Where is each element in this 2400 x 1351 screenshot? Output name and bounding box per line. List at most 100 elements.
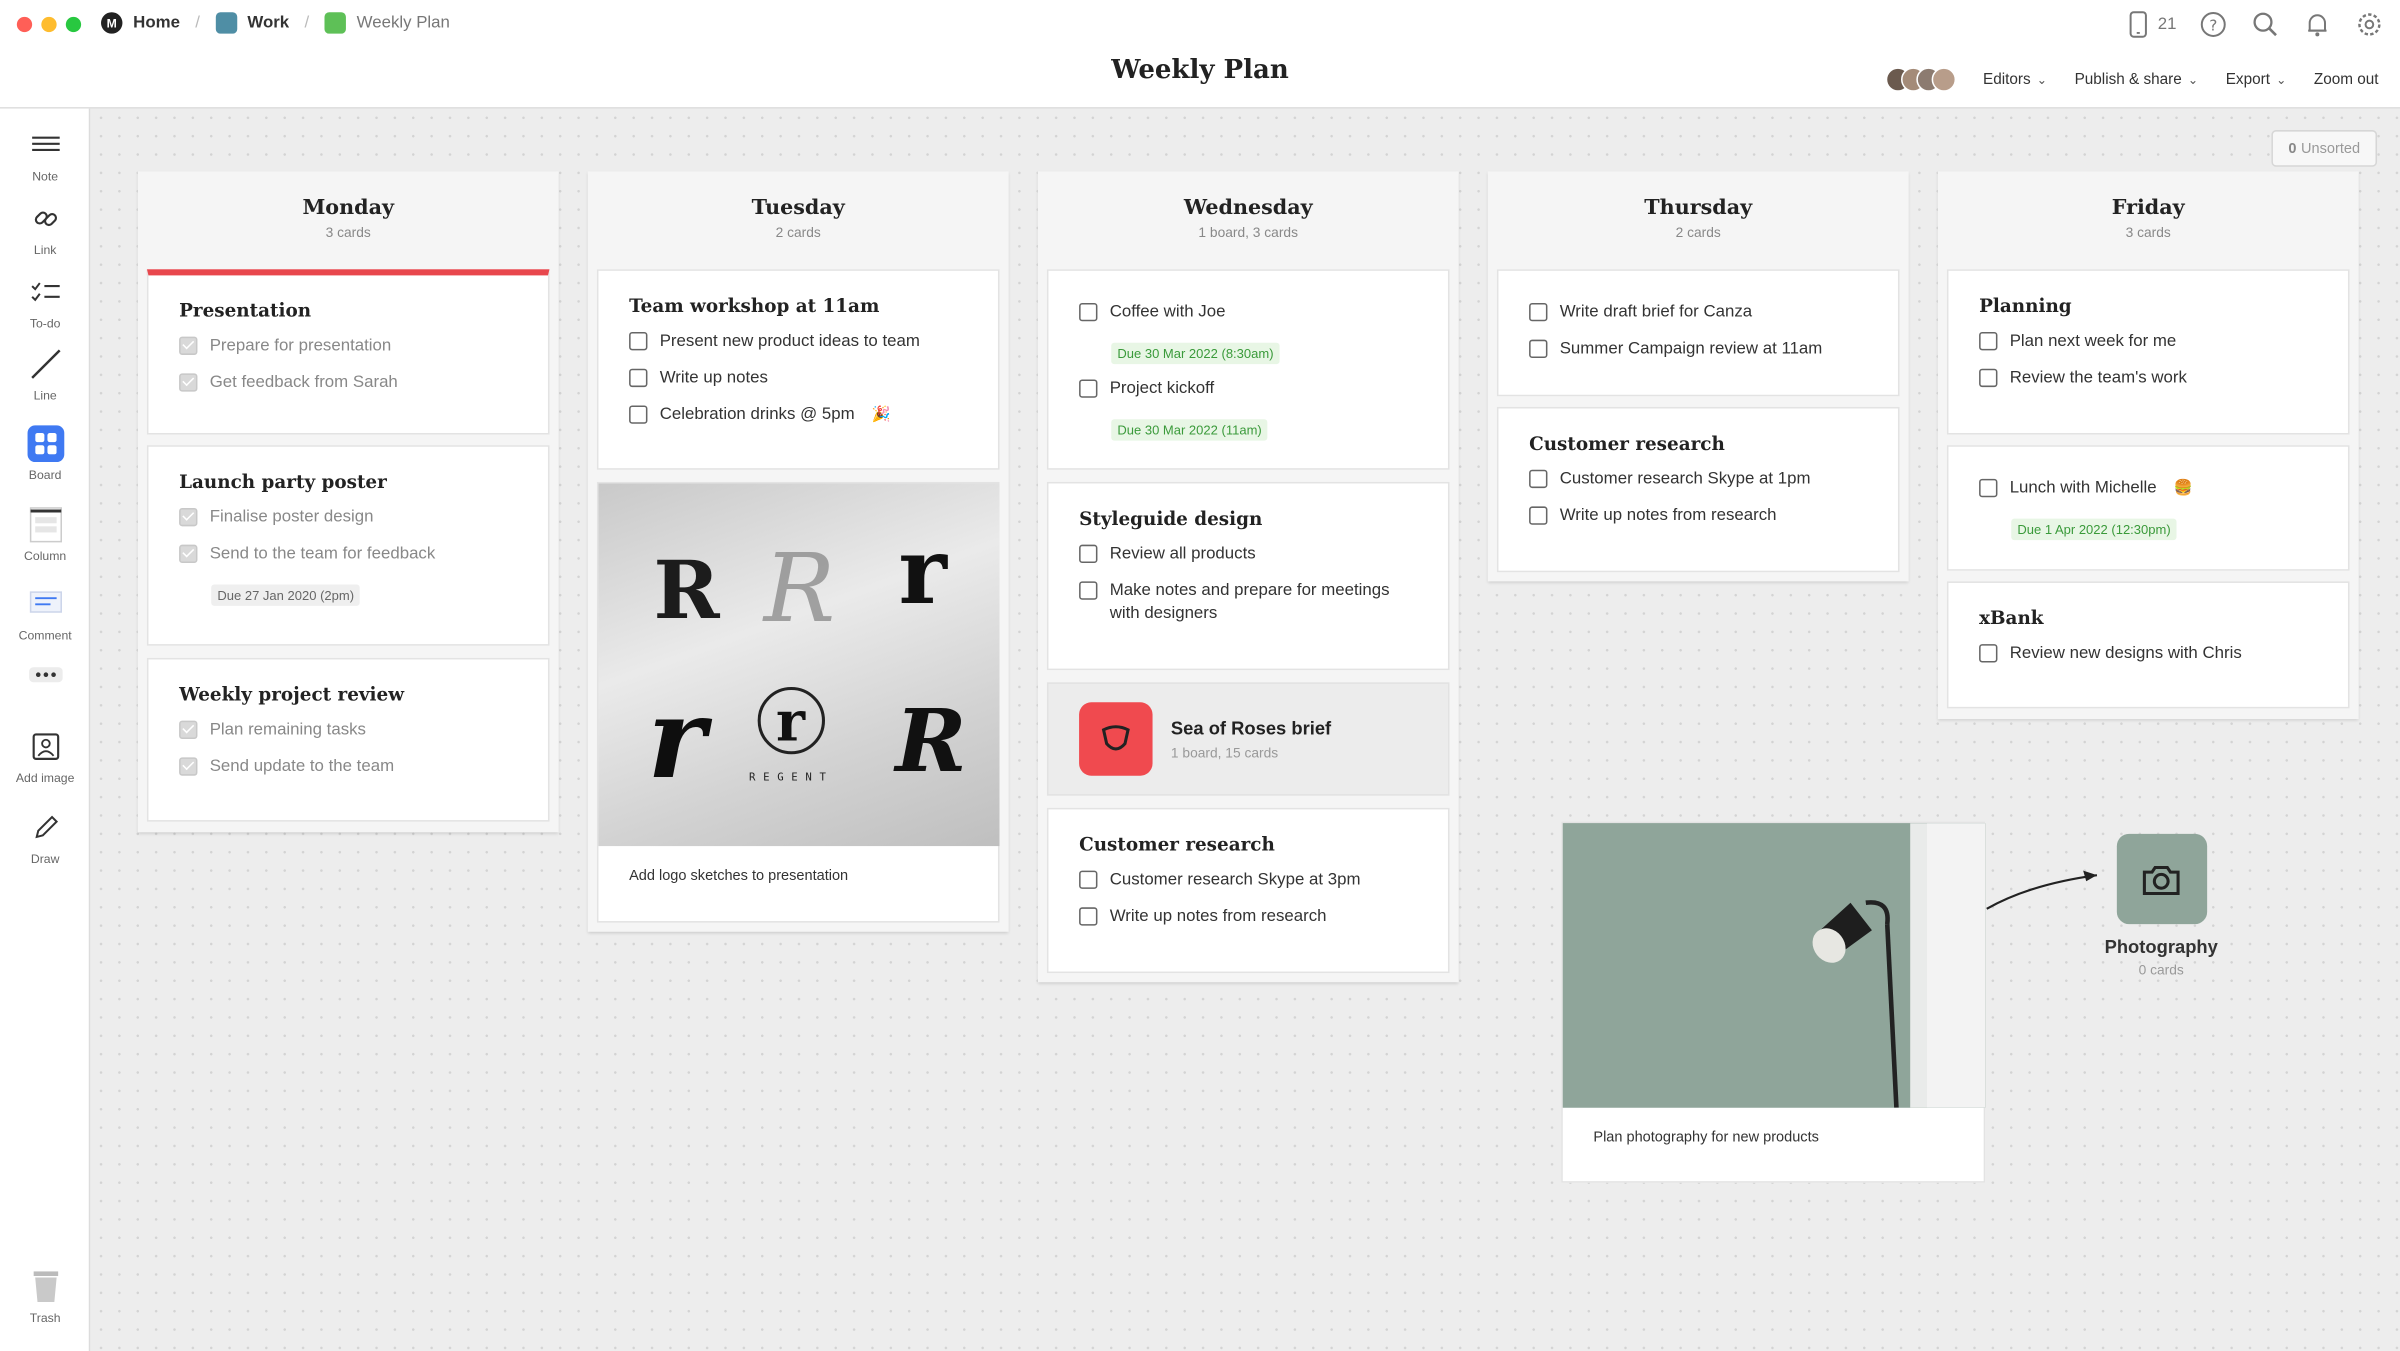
todo-item[interactable]: Project kickoff [1079, 378, 1417, 401]
card-weekly-project-review[interactable]: Weekly project review Plan remaining tas… [146, 657, 550, 822]
todo-item[interactable]: Write up notes from research [1529, 505, 1867, 528]
todo-item[interactable]: Customer research Skype at 1pm [1529, 468, 1867, 491]
checkbox[interactable] [629, 368, 648, 388]
todo-item[interactable]: Summer Campaign review at 11am [1529, 338, 1867, 361]
due-date-badge[interactable]: Due 1 Apr 2022 (12:30pm) [2011, 518, 2177, 541]
tool-add-image[interactable]: Add image [0, 728, 90, 785]
checkbox[interactable] [1979, 478, 1998, 498]
card-launch-party-poster[interactable]: Launch party poster Finalise poster desi… [146, 445, 550, 646]
zoom-out-button[interactable]: Zoom out [2314, 71, 2379, 88]
due-date-badge[interactable]: Due 30 Mar 2022 (8:30am) [1111, 342, 1280, 365]
checkbox[interactable] [1079, 870, 1098, 889]
tool-draw[interactable]: Draw [0, 809, 90, 866]
todo-item[interactable]: Plan next week for me [1979, 330, 2317, 353]
checkbox[interactable] [179, 507, 198, 527]
window-minimize-button[interactable] [41, 16, 57, 33]
checkbox[interactable] [1079, 302, 1098, 322]
checkbox[interactable] [629, 332, 648, 351]
tool-line[interactable]: Line [0, 346, 90, 402]
todo-item[interactable]: Coffee with Joe [1079, 301, 1417, 324]
checkbox[interactable] [179, 336, 198, 355]
more-tools-button[interactable] [0, 656, 90, 693]
checkbox[interactable] [1979, 644, 1998, 663]
column-monday[interactable]: Monday 3 cards Presentation Prepare for … [137, 171, 559, 833]
todo-item[interactable]: Get feedback from Sarah [179, 372, 517, 395]
checkbox[interactable] [1979, 368, 1998, 388]
column-thursday[interactable]: Thursday 2 cards Write draft brief for C… [1487, 171, 1909, 582]
tool-comment[interactable]: Comment [0, 586, 90, 643]
card-photography-image[interactable]: Plan photography for new products [1561, 821, 1986, 1183]
checkbox[interactable] [1979, 332, 1998, 351]
breadcrumb-work[interactable]: Work [215, 12, 289, 34]
breadcrumb-current[interactable]: Weekly Plan [324, 12, 450, 34]
todo-item[interactable]: Write up notes [629, 367, 967, 390]
checkbox[interactable] [1079, 581, 1098, 600]
card-lunch-michelle[interactable]: Lunch with Michelle 🍔 Due 1 Apr 2022 (12:… [1946, 445, 2350, 571]
card-planning[interactable]: Planning Plan next week for me Review th… [1946, 269, 2350, 435]
todo-item[interactable]: Review new designs with Chris [1979, 643, 2317, 666]
todo-item[interactable]: Customer research Skype at 3pm [1079, 869, 1417, 892]
window-close-button[interactable] [16, 16, 33, 33]
checkbox[interactable] [1529, 469, 1548, 489]
tool-note[interactable]: Note [0, 127, 90, 184]
checkbox[interactable] [629, 405, 648, 424]
tool-todo[interactable]: To-do [0, 274, 90, 330]
checkbox[interactable] [1079, 907, 1098, 926]
todo-item[interactable]: Review all products [1079, 543, 1417, 566]
editors-menu[interactable]: Editors ⌄ [1983, 71, 2047, 88]
device-count-button[interactable]: 21 [2123, 9, 2177, 40]
window-maximize-button[interactable] [65, 16, 82, 33]
tool-link[interactable]: Link [0, 200, 90, 257]
card-customer-research-thu[interactable]: Customer research Customer research Skyp… [1496, 406, 1900, 573]
checkbox[interactable] [179, 373, 198, 392]
card-styleguide-design[interactable]: Styleguide design Review all products Ma… [1046, 481, 1450, 671]
column-tuesday[interactable]: Tuesday 2 cards Team workshop at 11am Pr… [587, 171, 1009, 932]
todo-item[interactable]: Send to the team for feedback [179, 543, 517, 566]
checkbox[interactable] [1529, 302, 1548, 322]
todo-item[interactable]: Celebration drinks @ 5pm 🎉 [629, 404, 967, 427]
search-icon[interactable] [2250, 9, 2281, 40]
todo-item[interactable]: Make notes and prepare for meetings with… [1079, 580, 1417, 626]
checkbox[interactable] [1079, 379, 1098, 398]
checkbox[interactable] [179, 720, 198, 739]
board-sea-of-roses[interactable]: Sea of Roses brief 1 board, 15 cards [1046, 682, 1450, 796]
due-date-badge[interactable]: Due 30 Mar 2022 (11am) [1111, 419, 1268, 441]
unsorted-button[interactable]: 0 Unsorted [2271, 130, 2378, 167]
card-customer-research-wed[interactable]: Customer research Customer research Skyp… [1046, 807, 1450, 974]
todo-item[interactable]: Write draft brief for Canza [1529, 301, 1867, 324]
tool-board[interactable]: Board [0, 425, 90, 482]
checkbox[interactable] [1529, 506, 1548, 525]
breadcrumb-home[interactable]: M Home [101, 12, 180, 34]
export-menu[interactable]: Export ⌄ [2226, 71, 2287, 88]
settings-gear-icon[interactable] [2354, 9, 2385, 40]
todo-item[interactable]: Write up notes from research [1079, 906, 1417, 929]
todo-item[interactable]: Review the team's work [1979, 367, 2317, 390]
checkbox[interactable] [1079, 544, 1098, 564]
todo-item[interactable]: Prepare for presentation [179, 335, 517, 358]
checkbox[interactable] [1529, 339, 1548, 359]
card-logo-sketches[interactable]: R R r r r REGENT R Add logo sketches to … [596, 481, 1000, 923]
publish-share-menu[interactable]: Publish & share ⌄ [2075, 71, 2199, 88]
todo-item[interactable]: Send update to the team [179, 756, 517, 779]
notifications-bell-icon[interactable] [2302, 9, 2333, 40]
checkbox[interactable] [179, 544, 198, 564]
board-photography[interactable]: Photography 0 cards [2089, 833, 2233, 978]
help-icon[interactable]: ? [2198, 9, 2229, 40]
card-xbank[interactable]: xBank Review new designs with Chris [1946, 581, 2350, 709]
checkbox[interactable] [179, 757, 198, 776]
connector-arrow[interactable] [1984, 866, 2106, 912]
card-team-workshop[interactable]: Team workshop at 11am Present new produc… [596, 269, 1000, 470]
card-meetings[interactable]: Coffee with Joe Due 30 Mar 2022 (8:30am)… [1046, 269, 1450, 470]
due-date-badge[interactable]: Due 27 Jan 2020 (2pm) [211, 584, 361, 606]
board-canvas[interactable]: 0 Unsorted Monday 3 cards Presentation P… [91, 108, 2400, 1351]
column-wednesday[interactable]: Wednesday 1 board, 3 cards Coffee with J… [1037, 171, 1459, 983]
collaborator-avatars[interactable] [1885, 67, 1956, 92]
tool-column[interactable]: Column [0, 506, 90, 563]
column-friday[interactable]: Friday 3 cards Planning Plan next week f… [1937, 171, 2359, 720]
tool-trash[interactable]: Trash [0, 1268, 90, 1325]
card-presentation[interactable]: Presentation Prepare for presentation Ge… [146, 269, 550, 435]
card-canza-brief[interactable]: Write draft brief for Canza Summer Campa… [1496, 269, 1900, 397]
todo-item[interactable]: Finalise poster design [179, 506, 517, 529]
todo-item[interactable]: Present new product ideas to team [629, 330, 967, 353]
todo-item[interactable]: Plan remaining tasks [179, 719, 517, 742]
